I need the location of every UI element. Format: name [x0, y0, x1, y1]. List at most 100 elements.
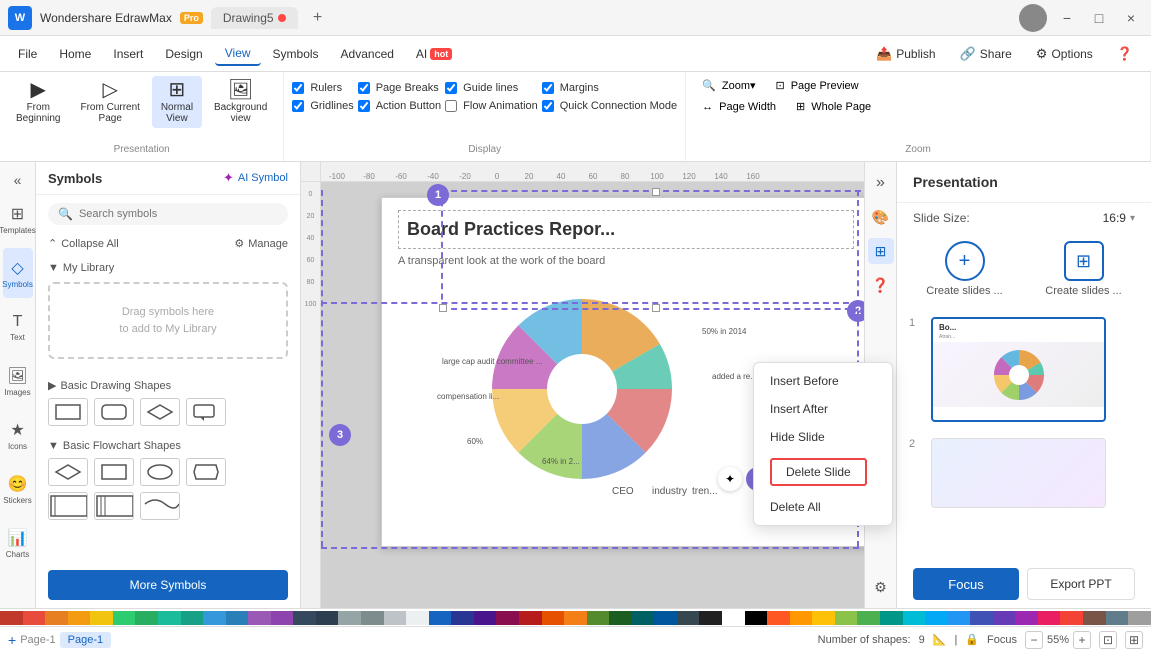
context-delete-slide[interactable]: Delete Slide [754, 451, 892, 493]
close-button[interactable]: × [1119, 6, 1143, 30]
flowchart-shape-1[interactable] [48, 458, 88, 486]
zoom-out-button[interactable]: − [1025, 631, 1043, 649]
shape-diamond[interactable] [140, 398, 180, 426]
menu-advanced[interactable]: Advanced [331, 43, 404, 65]
right-expand-button[interactable]: » [868, 170, 894, 196]
context-insert-after[interactable]: Insert After [754, 395, 892, 423]
color-swatch[interactable] [135, 611, 158, 625]
manage-button[interactable]: ⚙ Manage [234, 237, 288, 250]
handle-tm[interactable] [652, 188, 660, 196]
color-swatch[interactable] [1106, 611, 1129, 625]
color-swatch[interactable] [1060, 611, 1083, 625]
color-swatch[interactable] [113, 611, 136, 625]
guide-lines-checkbox[interactable] [445, 82, 457, 94]
color-swatch[interactable] [1038, 611, 1061, 625]
basic-drawing-title[interactable]: ▶ Basic Drawing Shapes [48, 379, 288, 392]
checkbox-action-button[interactable]: Action Button [358, 100, 441, 112]
share-button[interactable]: 🔗 Share [950, 42, 1022, 66]
flowchart-shape-7[interactable] [140, 492, 180, 520]
create-slides-ai-button[interactable]: ⊞ Create slides ... [1032, 241, 1135, 297]
color-swatch[interactable] [90, 611, 113, 625]
color-swatch[interactable] [745, 611, 768, 625]
color-swatch[interactable] [384, 611, 407, 625]
play-button[interactable]: Focus [913, 568, 1019, 600]
normal-view-button[interactable]: ⊞ NormalView [152, 76, 202, 128]
right-help-icon[interactable]: ❓ [868, 272, 894, 298]
color-swatch[interactable] [835, 611, 858, 625]
color-swatch[interactable] [406, 611, 429, 625]
minimize-button[interactable]: − [1055, 6, 1079, 30]
rulers-checkbox[interactable] [292, 82, 304, 94]
publish-button[interactable]: 📤 Publish [866, 42, 946, 66]
checkbox-guide-lines[interactable]: Guide lines [445, 82, 538, 94]
checkbox-gridlines[interactable]: Gridlines [292, 100, 353, 112]
menu-view[interactable]: View [215, 42, 261, 66]
color-swatch[interactable] [248, 611, 271, 625]
color-swatch[interactable] [564, 611, 587, 625]
color-swatch[interactable] [316, 611, 339, 625]
color-swatch[interactable] [993, 611, 1016, 625]
fit-view-button[interactable]: ⊡ [1099, 631, 1117, 649]
page-name-area[interactable]: Page-1 [20, 634, 55, 646]
search-input[interactable] [79, 208, 278, 220]
maximize-button[interactable]: □ [1087, 6, 1111, 30]
zoom-in-button[interactable]: + [1073, 631, 1091, 649]
sparkle-button[interactable]: ✦ [718, 467, 742, 491]
basic-flowchart-title[interactable]: ▼ Basic Flowchart Shapes [48, 440, 288, 452]
more-symbols-button[interactable]: More Symbols [48, 570, 288, 600]
sidebar-item-text[interactable]: T Text [3, 302, 33, 352]
flowchart-shape-6[interactable] [94, 492, 134, 520]
menu-file[interactable]: File [8, 43, 47, 65]
quick-connection-checkbox[interactable] [542, 100, 554, 112]
color-swatch[interactable] [632, 611, 655, 625]
flow-animation-checkbox[interactable] [445, 100, 457, 112]
my-library-title[interactable]: ▼ My Library [48, 262, 288, 274]
shape-rounded-rect[interactable] [94, 398, 134, 426]
right-slides-icon[interactable]: ⊞ [868, 238, 894, 264]
menu-ai[interactable]: AI hot [406, 43, 462, 65]
color-swatch[interactable] [948, 611, 971, 625]
color-swatch[interactable] [677, 611, 700, 625]
collapse-all-button[interactable]: ⌃ Collapse All [48, 237, 119, 250]
color-swatch[interactable] [451, 611, 474, 625]
color-swatch[interactable] [857, 611, 880, 625]
color-swatch[interactable] [429, 611, 452, 625]
flowchart-shape-2[interactable] [94, 458, 134, 486]
options-button[interactable]: ⚙ Options [1026, 42, 1103, 66]
color-swatch[interactable] [496, 611, 519, 625]
sidebar-item-icons[interactable]: ★ Icons [3, 410, 33, 460]
zoom-dropdown-button[interactable]: 🔍 Zoom▾ [694, 76, 763, 95]
sidebar-item-stickers[interactable]: 😊 Stickers [3, 464, 33, 514]
color-swatch[interactable] [203, 611, 226, 625]
menu-home[interactable]: Home [49, 43, 101, 65]
add-tab-button[interactable]: + [306, 6, 330, 30]
sidebar-item-templates[interactable]: ⊞ Templates [3, 194, 33, 244]
menu-insert[interactable]: Insert [103, 43, 153, 65]
right-paint-icon[interactable]: 🎨 [868, 204, 894, 230]
color-swatch[interactable] [474, 611, 497, 625]
checkbox-margins[interactable]: Margins [542, 82, 677, 94]
fullscreen-button[interactable]: ⊞ [1125, 631, 1143, 649]
color-swatch[interactable] [293, 611, 316, 625]
gridlines-checkbox[interactable] [292, 100, 304, 112]
color-swatch[interactable] [1128, 611, 1151, 625]
help-button[interactable]: ❓ [1107, 42, 1143, 66]
color-swatch[interactable] [519, 611, 542, 625]
slide-size-dropdown[interactable]: 16:9 ▾ [1103, 211, 1135, 225]
background-view-button[interactable]: 🖼 Backgroundview [206, 76, 275, 128]
sidebar-item-images[interactable]: 🖼 Images [3, 356, 33, 406]
tab-drawing5[interactable]: Drawing5 [211, 7, 298, 29]
color-swatch[interactable] [0, 611, 23, 625]
color-swatch[interactable] [587, 611, 610, 625]
whole-page-button[interactable]: ⊞ Whole Page [788, 97, 879, 116]
checkbox-page-breaks[interactable]: Page Breaks [358, 82, 441, 94]
color-swatch[interactable] [181, 611, 204, 625]
color-swatch[interactable] [338, 611, 361, 625]
context-delete-all[interactable]: Delete All [754, 493, 892, 521]
context-insert-before[interactable]: Insert Before [754, 367, 892, 395]
flowchart-shape-4[interactable] [186, 458, 226, 486]
export-ppt-button[interactable]: Export PPT [1027, 568, 1135, 600]
color-swatch[interactable] [361, 611, 384, 625]
collapse-sidebar-button[interactable]: « [0, 170, 35, 190]
color-swatch[interactable] [812, 611, 835, 625]
